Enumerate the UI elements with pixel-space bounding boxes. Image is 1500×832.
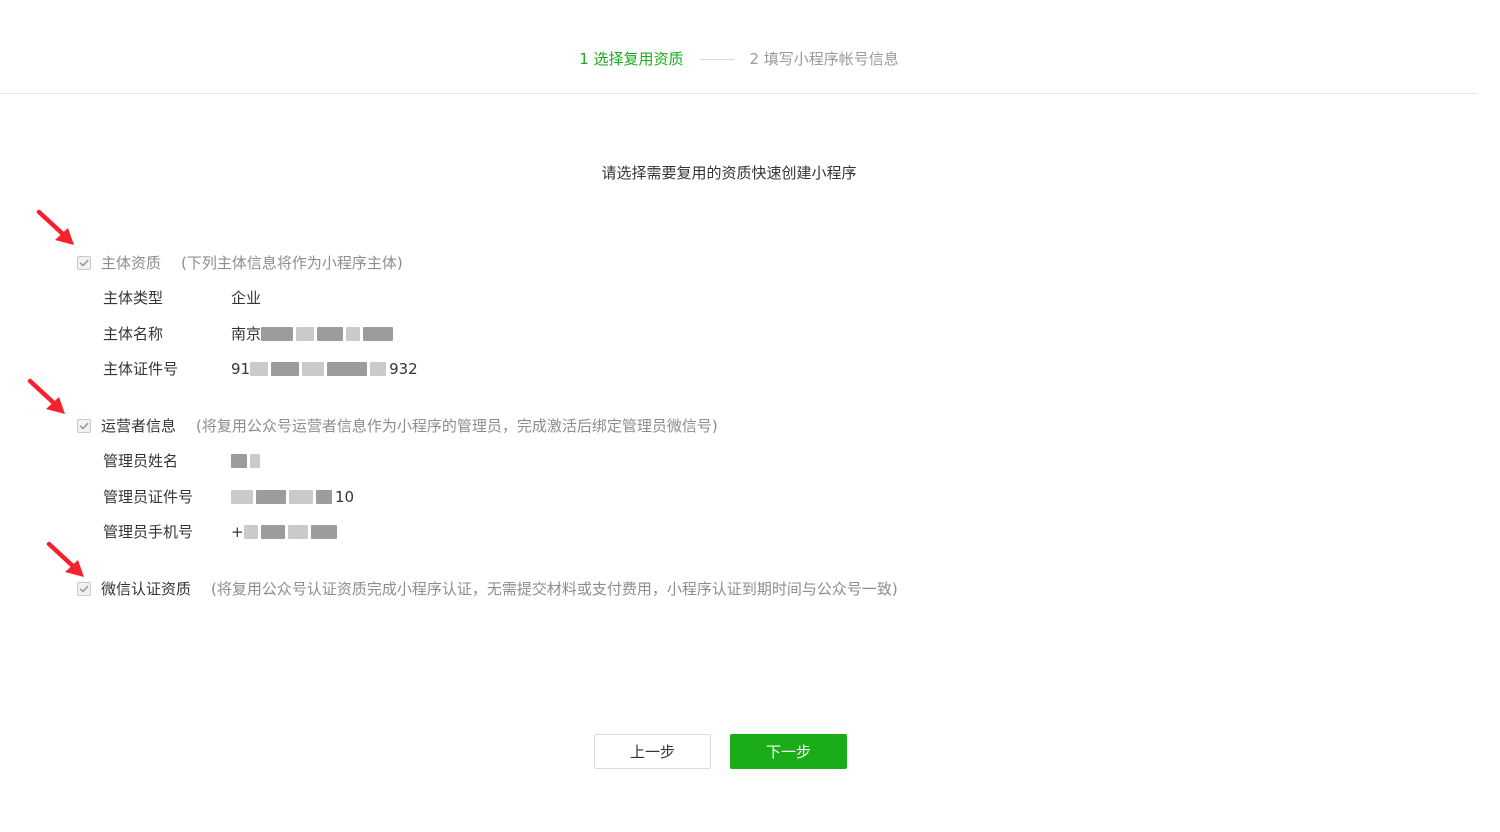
admin-id-suffix: 10 (335, 488, 355, 506)
redacted-block (310, 525, 337, 539)
redacted-block (250, 454, 260, 468)
operator-note: (将复用公众号运营者信息作为小程序的管理员，完成激活后绑定管理员微信号) (196, 417, 718, 435)
redacted-block (363, 327, 394, 341)
wechat-cert-title: 微信认证资质 (101, 580, 192, 598)
prev-step-button[interactable]: 上一步 (594, 734, 711, 769)
step-2-label: 2 填写小程序帐号信息 (749, 50, 899, 68)
field-admin-phone: 管理员手机号 + (103, 521, 340, 543)
subject-title: 主体资质 (101, 254, 162, 272)
redacted-block (271, 362, 300, 376)
redacted-block (296, 327, 315, 341)
field-label: 管理员姓名 (103, 452, 179, 470)
operator-checkbox[interactable] (77, 419, 91, 433)
redacted-block (256, 490, 286, 504)
subject-id-prefix: 91 (231, 360, 251, 378)
check-icon (79, 259, 89, 267)
field-label: 主体证件号 (103, 360, 179, 378)
page-instruction: 请选择需要复用的资质快速创建小程序 (601, 164, 857, 182)
red-arrow-icon (27, 378, 65, 414)
redacted-block (317, 327, 344, 341)
redacted-block (250, 362, 269, 376)
redacted-block (243, 525, 258, 539)
field-label: 主体名称 (103, 325, 164, 343)
section-subject-header: 主体资质 (下列主体信息将作为小程序主体) (77, 252, 403, 274)
redacted-block (316, 490, 332, 504)
header-divider (0, 93, 1478, 94)
field-subject-type: 主体类型 企业 (103, 287, 261, 309)
redacted-block (289, 490, 313, 504)
redacted-block (260, 525, 285, 539)
check-icon (79, 422, 89, 430)
field-admin-name: 管理员姓名 (103, 450, 263, 472)
section-operator-header: 运营者信息 (将复用公众号运营者信息作为小程序的管理员，完成激活后绑定管理员微信… (77, 415, 718, 437)
step-1-label: 1 选择复用资质 (579, 50, 684, 68)
redacted-block (302, 362, 325, 376)
subject-id-suffix: 932 (389, 360, 418, 378)
field-subject-name: 主体名称 南京 (103, 323, 396, 345)
operator-title: 运营者信息 (101, 417, 177, 435)
redacted-block (231, 454, 247, 468)
step-indicator: 1 选择复用资质 2 填写小程序帐号信息 (0, 46, 1478, 72)
admin-phone-prefix: + (231, 523, 244, 541)
subject-checkbox[interactable] (77, 256, 91, 270)
redacted-block (287, 525, 308, 539)
subject-id-value: 91 932 (231, 358, 418, 380)
redacted-block (261, 327, 294, 341)
subject-name-value: 南京 (231, 323, 396, 345)
subject-name-visible: 南京 (231, 325, 262, 343)
admin-name-value (231, 454, 263, 468)
subject-note: (下列主体信息将作为小程序主体) (181, 254, 403, 272)
redacted-block (370, 362, 387, 376)
red-arrow-icon (46, 541, 84, 577)
next-step-button[interactable]: 下一步 (730, 734, 847, 769)
step-connector (699, 58, 734, 60)
field-label: 管理员手机号 (103, 523, 194, 541)
field-admin-id: 管理员证件号 10 (103, 486, 354, 508)
redacted-block (231, 490, 253, 504)
admin-id-value: 10 (231, 486, 354, 508)
field-value: 企业 (231, 289, 262, 307)
wechat-cert-note: (将复用公众号认证资质完成小程序认证，无需提交材料或支付费用，小程序认证到期时间… (211, 580, 898, 598)
field-label: 管理员证件号 (103, 488, 194, 506)
field-label: 主体类型 (103, 289, 164, 307)
redacted-block (327, 362, 368, 376)
admin-phone-value: + (231, 521, 340, 543)
section-wechat-cert-header: 微信认证资质 (将复用公众号认证资质完成小程序认证，无需提交材料或支付费用，小程… (77, 578, 898, 600)
red-arrow-icon (36, 209, 74, 245)
redacted-block (346, 327, 361, 341)
field-subject-id: 主体证件号 91 932 (103, 358, 418, 380)
